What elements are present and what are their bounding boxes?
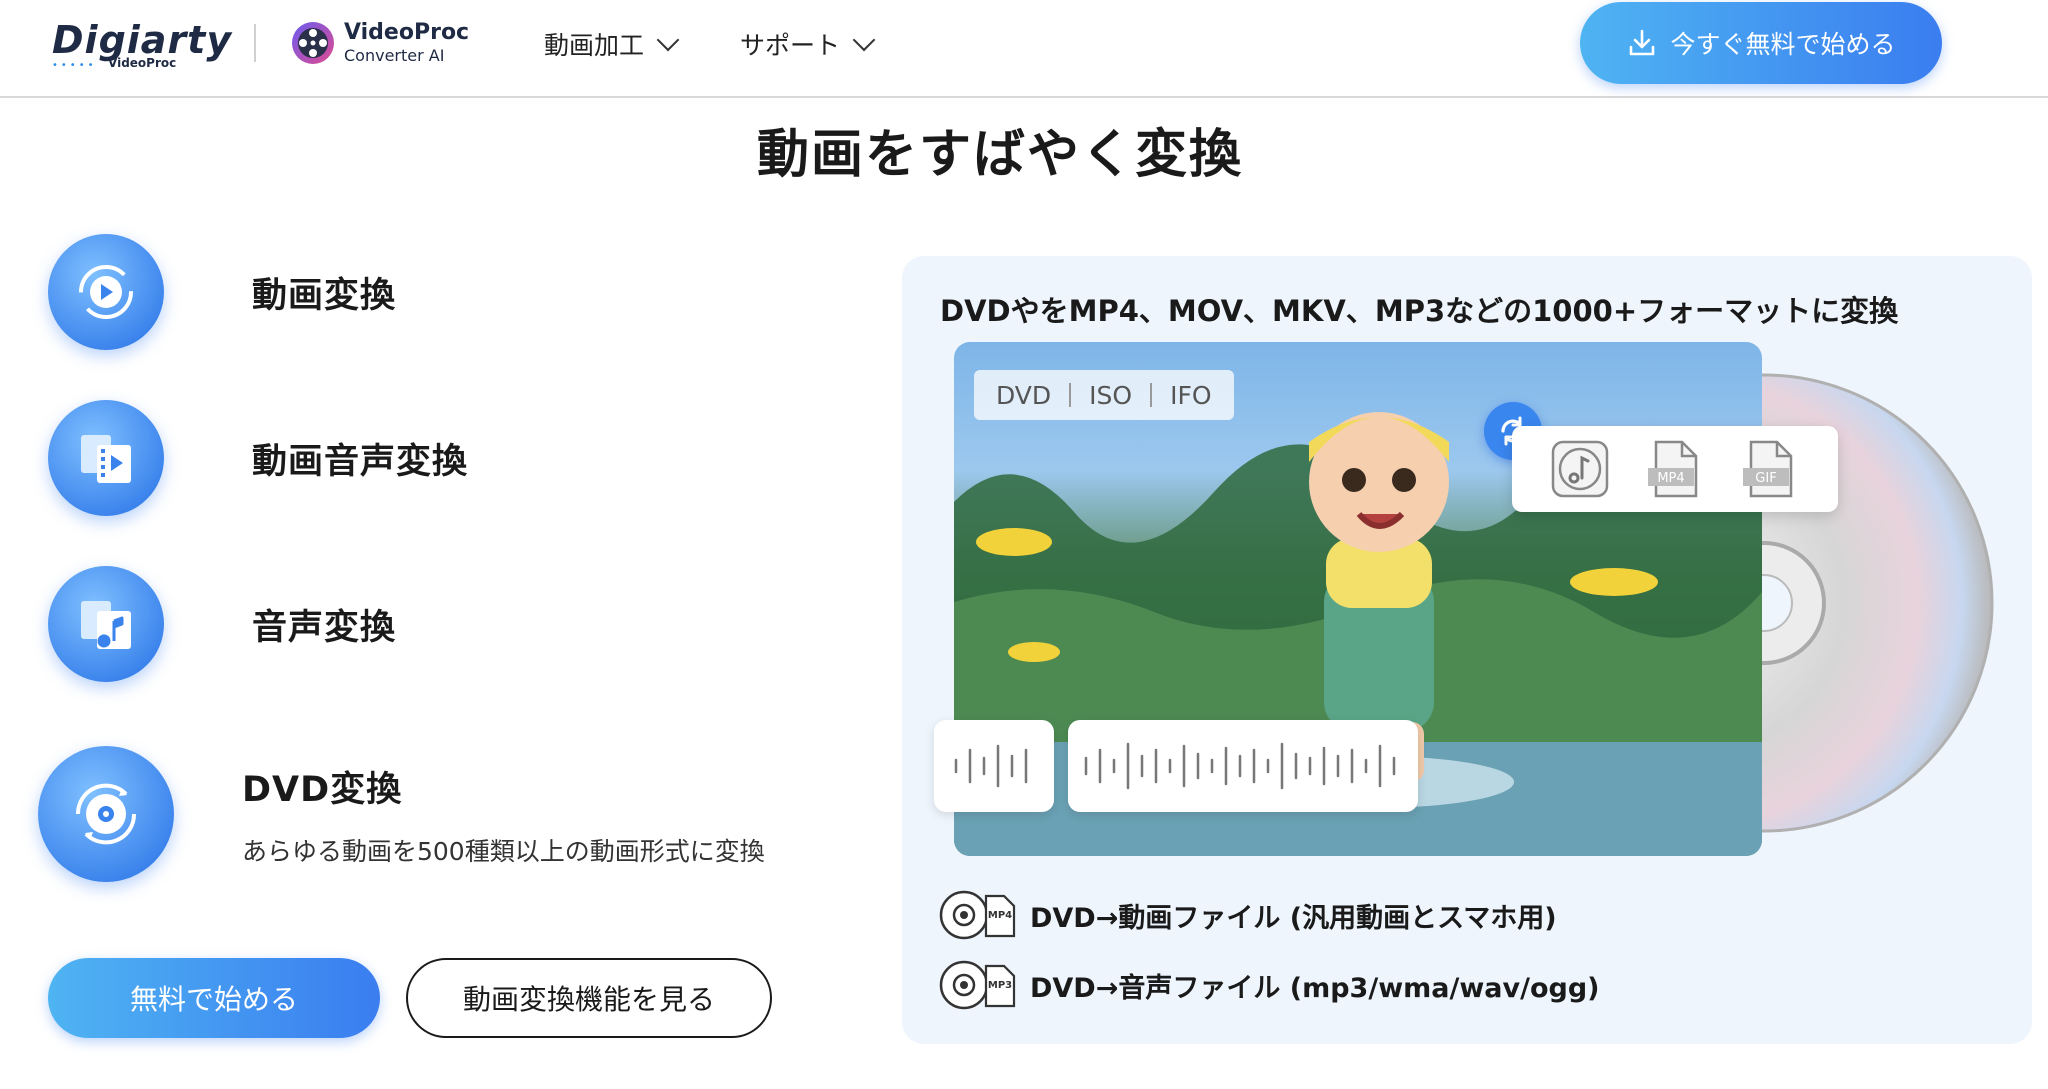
audio-waveform-large xyxy=(1068,720,1418,812)
panel-title: DVDやをMP4、MOV、MKV、MP3などの1000+フォーマットに変換 xyxy=(940,294,1899,328)
divider xyxy=(1150,383,1153,407)
divider xyxy=(1069,383,1072,407)
mp4-file-label: MP4 xyxy=(1657,471,1684,486)
feature-description: あらゆる動画を500種類以上の動画形式に変換 xyxy=(242,836,765,866)
videoproc-logo-line1: VideoProc xyxy=(344,20,470,45)
dvd-to-video-info: MP4 DVD→動画ファイル (汎用動画とスマホ用) xyxy=(938,888,1557,942)
music-file-icon xyxy=(1551,440,1608,498)
dvd-icon xyxy=(38,746,174,882)
feature-audio-convert[interactable]: 音声変換 xyxy=(48,566,396,682)
gif-file-label: GIF xyxy=(1756,471,1777,486)
format-dvd: DVD xyxy=(996,380,1052,410)
chevron-down-icon xyxy=(656,28,680,52)
dvd-to-mp4-icon: MP4 xyxy=(939,890,1016,940)
feature-video-audio-convert[interactable]: 動画音声変換 xyxy=(48,400,468,516)
feature-video-convert[interactable]: 動画変換 xyxy=(48,234,396,350)
music-note-icon xyxy=(48,566,164,682)
audio-waveform-small xyxy=(934,720,1054,812)
film-reel-icon xyxy=(292,22,334,64)
download-free-label: 今すぐ無料で始める xyxy=(1670,30,1896,59)
feature-label: 音声変換 xyxy=(252,607,397,648)
mp4-file-icon: MP4 xyxy=(1647,440,1698,498)
digiarty-logo[interactable]: Digiarty ••••• VideoProc xyxy=(52,16,231,74)
output-formats-box: MP4 GIF xyxy=(1512,426,1838,512)
feature-label: 動画音声変換 xyxy=(252,441,469,482)
feature-label: DVD変換 xyxy=(242,769,403,810)
info-text: DVD→動画ファイル (汎用動画とスマホ用) xyxy=(1030,902,1557,934)
nav-label: サポート xyxy=(740,31,841,60)
view-features-button[interactable]: 動画変換機能を見る xyxy=(406,958,772,1038)
video-audio-icon xyxy=(48,400,164,516)
nav-label: 動画加工 xyxy=(544,31,645,60)
feature-label: 動画変換 xyxy=(252,275,397,316)
format-iso: ISO xyxy=(1089,380,1133,410)
play-refresh-icon xyxy=(48,234,164,350)
source-format-tag: DVD ISO IFO xyxy=(974,370,1234,420)
info-badge: MP4 xyxy=(988,910,1012,921)
start-free-button[interactable]: 無料で始める xyxy=(48,958,380,1038)
logo-divider xyxy=(254,24,256,62)
download-icon xyxy=(1630,29,1655,56)
videoproc-logo[interactable]: VideoProc Converter AI xyxy=(290,18,490,68)
site-header: Digiarty ••••• VideoProc VideoProc Conve… xyxy=(0,0,2048,98)
feature-dvd-convert[interactable]: DVD変換 あらゆる動画を500種類以上の動画形式に変換 xyxy=(38,746,765,882)
format-ifo: IFO xyxy=(1170,380,1212,410)
info-text: DVD→音声ファイル (mp3/wma/wav/ogg) xyxy=(1030,972,1600,1004)
dvd-to-audio-info: MP3 DVD→音声ファイル (mp3/wma/wav/ogg) xyxy=(938,958,1600,1012)
page-title: 動画をすばやく変換 xyxy=(756,125,1243,185)
gif-file-icon: GIF xyxy=(1743,440,1793,498)
videoproc-logo-line2: Converter AI xyxy=(344,46,445,65)
nav-support[interactable]: サポート xyxy=(740,24,876,64)
logo-dots: ••••• xyxy=(52,60,97,71)
chevron-down-icon xyxy=(852,28,876,52)
download-free-button[interactable]: 今すぐ無料で始める xyxy=(1580,2,1942,84)
dvd-to-mp3-icon: MP3 xyxy=(939,960,1016,1010)
digiarty-logo-sub: VideoProc xyxy=(108,56,177,70)
info-badge: MP3 xyxy=(988,980,1012,991)
nav-video-editing[interactable]: 動画加工 xyxy=(544,24,680,64)
